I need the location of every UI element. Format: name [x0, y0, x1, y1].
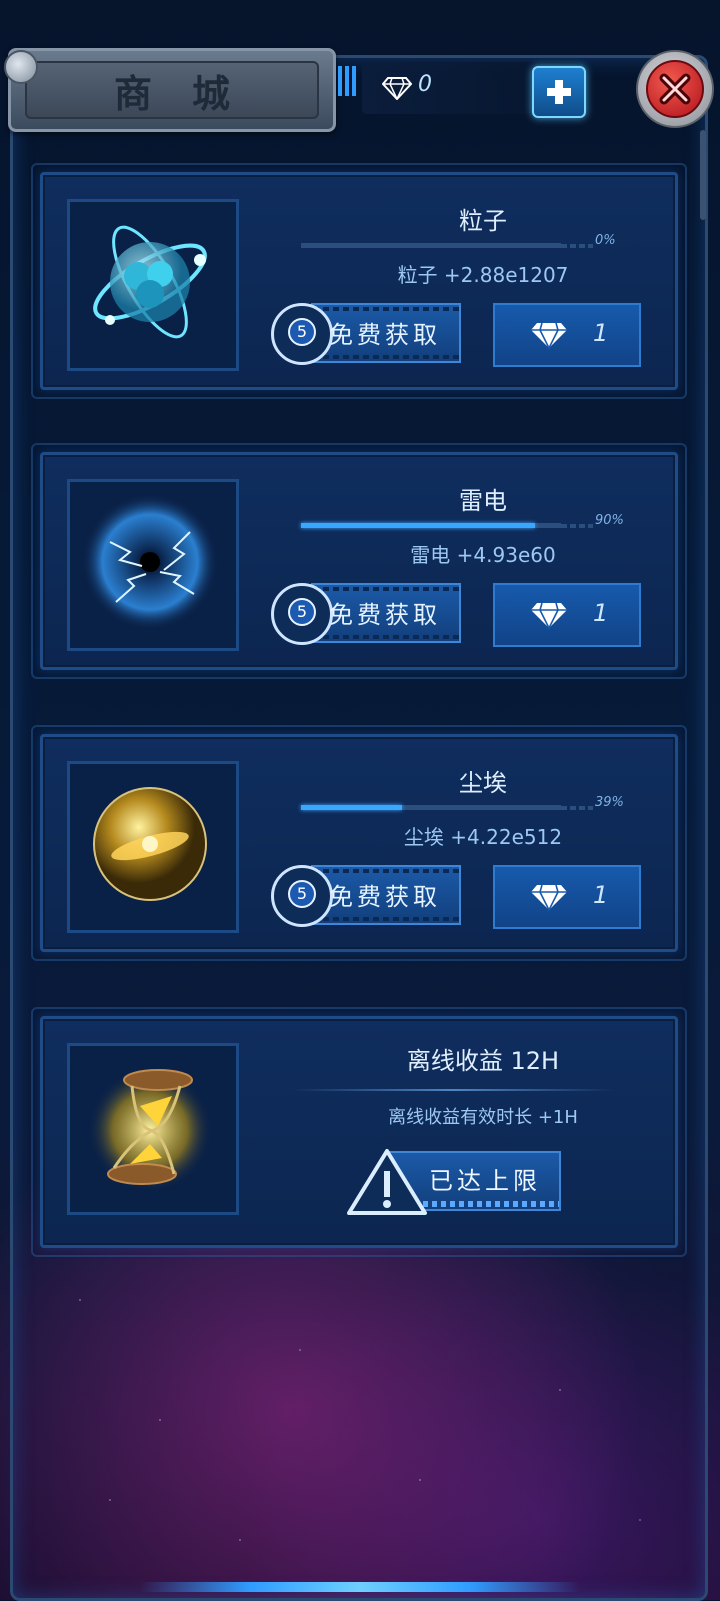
close-button[interactable]	[636, 50, 714, 128]
free-get-button[interactable]: 5 免费获取	[271, 583, 461, 645]
diamond-buy-button[interactable]: 1	[493, 865, 641, 929]
item-gain: 粒子 +2.88e1207	[397, 263, 569, 287]
ad-count: 5	[288, 318, 316, 346]
free-get-label: 免费获取	[329, 321, 441, 349]
film-reel-icon: 5	[271, 303, 333, 365]
diamond-price: 1	[593, 881, 609, 909]
progress-percent: 90%	[595, 513, 624, 528]
item-icon-frame	[67, 479, 239, 651]
item-name: 尘埃	[459, 769, 507, 797]
stripe-decoration	[338, 66, 358, 96]
dust-orb-icon	[93, 787, 207, 901]
add-diamond-button[interactable]	[532, 66, 586, 118]
free-get-button[interactable]: 5 免费获取	[271, 865, 461, 927]
progress-fill	[301, 523, 535, 528]
film-reel-icon: 5	[271, 865, 333, 927]
diamond-price: 1	[593, 599, 609, 627]
item-name: 粒子	[459, 207, 507, 235]
diamond-buy-button[interactable]: 1	[493, 583, 641, 647]
plus-icon	[547, 80, 571, 104]
shop-card-particle: 粒子 0% 粒子 +2.88e1207 5 免费获取 1	[31, 163, 687, 399]
progress-dash	[561, 806, 593, 810]
free-get-button[interactable]: 5 免费获取	[271, 303, 461, 365]
page-title: 商城	[113, 71, 270, 116]
shop-title-tab: 商城	[8, 48, 336, 132]
diamond-price: 1	[593, 319, 609, 347]
progress-bar	[301, 243, 561, 248]
offline-desc: 离线收益有效时长 +1H	[388, 1107, 578, 1128]
diamond-icon	[531, 884, 567, 911]
separator-line	[291, 1089, 615, 1091]
limit-label: 已达上限	[429, 1167, 541, 1195]
progress-bar	[301, 523, 561, 528]
diamond-icon	[382, 77, 412, 100]
item-name: 雷电	[459, 487, 507, 515]
frame-bottom-glow	[140, 1582, 580, 1592]
title-plate: 商城	[25, 61, 319, 119]
atom-icon	[93, 225, 207, 339]
close-icon	[646, 60, 704, 118]
diamond-icon	[531, 602, 567, 629]
item-icon-frame	[67, 199, 239, 371]
scrollbar[interactable]	[700, 130, 706, 220]
progress-bar	[301, 805, 561, 810]
diamond-count: 0	[418, 72, 432, 97]
limit-reached-button[interactable]: 已达上限	[347, 1147, 561, 1217]
item-name: 离线收益 12H	[406, 1047, 560, 1075]
warning-icon	[347, 1149, 427, 1215]
film-reel-icon: 5	[271, 583, 333, 645]
hourglass-icon	[88, 1068, 212, 1192]
bolt-icon	[4, 50, 38, 84]
progress-percent: 0%	[595, 233, 616, 248]
free-get-label: 免费获取	[329, 883, 441, 911]
diamond-icon	[531, 322, 567, 349]
item-icon-frame	[67, 761, 239, 933]
item-gain: 雷电 +4.93e60	[410, 543, 556, 567]
item-gain: 尘埃 +4.22e512	[403, 825, 563, 849]
item-icon-frame	[67, 1043, 239, 1215]
shop-card-lightning: 雷电 90% 雷电 +4.93e60 5 免费获取 1	[31, 443, 687, 679]
diamond-buy-button[interactable]: 1	[493, 303, 641, 367]
ad-count: 5	[288, 880, 316, 908]
free-get-label: 免费获取	[329, 601, 441, 629]
progress-dash	[561, 524, 593, 528]
progress-percent: 39%	[595, 795, 624, 810]
shop-card-offline: 离线收益 12H 离线收益有效时长 +1H 已达上限	[31, 1007, 687, 1257]
lightning-orb-icon	[82, 494, 218, 630]
progress-dash	[561, 244, 593, 248]
ad-count: 5	[288, 598, 316, 626]
progress-fill	[301, 805, 403, 810]
shop-card-dust: 尘埃 39% 尘埃 +4.22e512 5 免费获取 1	[31, 725, 687, 961]
